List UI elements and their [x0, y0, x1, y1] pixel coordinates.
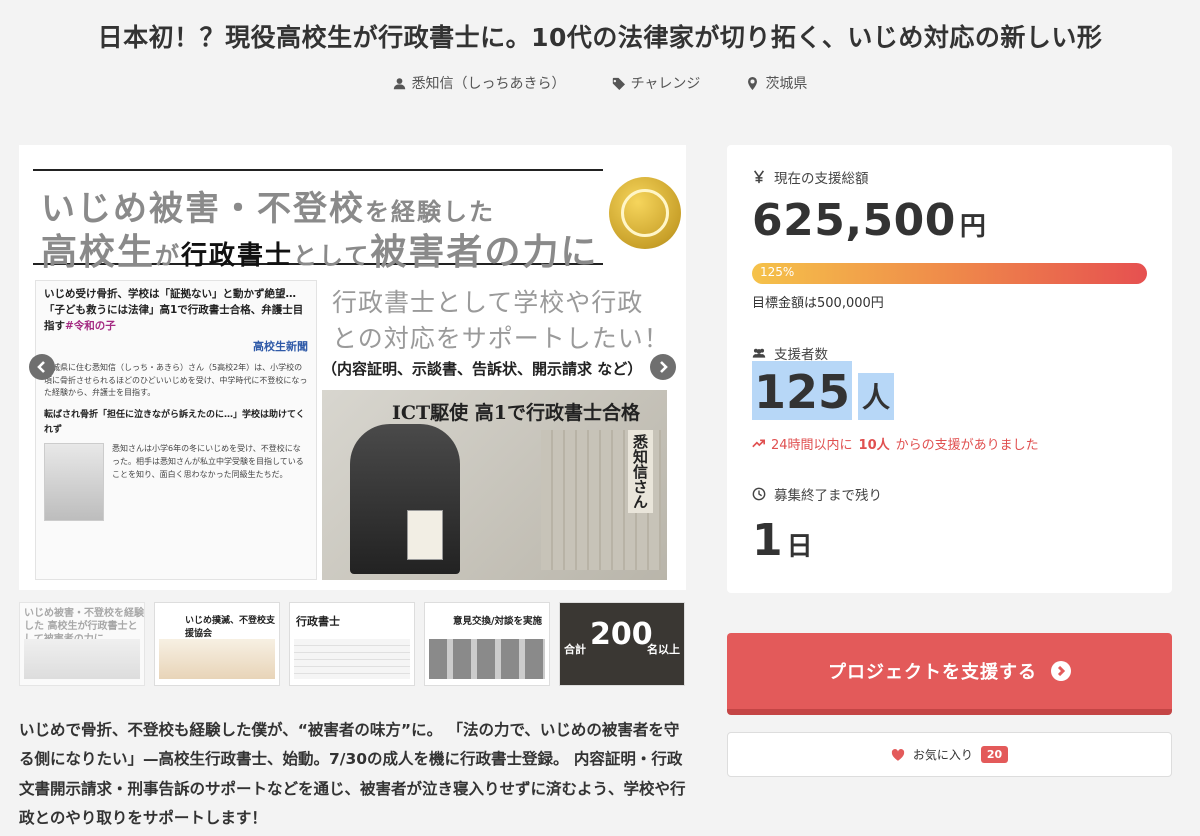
main-image-carousel[interactable]: いじめ被害・不登校を経験した 高校生が行政書士として被害者の力に いじめ受け骨折… [19, 145, 686, 590]
favorite-count: 20 [980, 746, 1009, 763]
backers-label: 支援者数 [774, 347, 828, 363]
location-pin-icon [748, 76, 758, 90]
news-photo [44, 443, 104, 522]
gyoseishoshi-badge-icon [609, 177, 681, 249]
favorite-button[interactable]: お気に入り 20 [727, 732, 1172, 777]
users-icon [752, 348, 766, 358]
category-label: チャレンジ [630, 76, 701, 92]
recent-support-notice: 24時間以内に 10人 からの支援がありました [752, 434, 1039, 453]
student-photo [350, 424, 460, 574]
thumbnail-4[interactable]: 意見交換/対談を実施 [424, 602, 550, 686]
hero-caption: 行政書士として学校や行政 との対応をサポートしたい！ [332, 288, 670, 354]
hero-headline-2: 高校生が行政書士として被害者の力に [41, 232, 599, 273]
thumbnail-strip: いじめ被害・不登校を経験した 高校生が行政書士として被害者の力に いじめ撲滅、不… [19, 602, 685, 686]
trending-up-icon [752, 439, 765, 448]
funding-stats-panel: 現在の支援総額 625,500 円 125% 目標金額は500,000円 支援者数… [727, 145, 1172, 593]
hero-caption-sub: （内容証明、示談書、告訴状、開示請求 など） [322, 360, 643, 378]
page-title: 日本初！？現役高校生が行政書士に。10代の法律家が切り拓く、いじめ対応の新しい形 [97, 23, 1103, 52]
thumbnail-3[interactable]: 行政書士 [289, 602, 415, 686]
goal-amount: 目標金額は500,000円 [752, 296, 884, 311]
location-label: 茨城県 [765, 76, 808, 92]
tag-icon [612, 77, 625, 90]
backers-value: 125 人 [752, 361, 895, 421]
project-description: いじめで骨折、不登校も経験した僕が、“被害者の味方”に。 「法の力で、いじめの被… [19, 721, 686, 828]
thumbnail-1[interactable]: いじめ被害・不登校を経験した 高校生が行政書士として被害者の力に [19, 602, 145, 686]
owner-link[interactable]: 悉知信（しっちあきら） [393, 73, 566, 93]
chevron-left-icon [37, 361, 45, 373]
amount-value: 625,500 円 [752, 195, 987, 246]
news-brand: 高校生新聞 [253, 340, 308, 354]
remaining-value: 1日 [752, 515, 813, 566]
clock-icon [752, 487, 766, 501]
project-meta: 悉知信（しっちあきら） チャレンジ 茨城県 [0, 73, 1200, 93]
certificate [407, 510, 443, 560]
funding-progress-bar: 125% [752, 263, 1147, 284]
remaining-label: 募集終了まで残り [774, 488, 882, 504]
chevron-right-circle-icon [1051, 661, 1071, 681]
user-icon [393, 77, 405, 89]
location-link[interactable]: 茨城県 [746, 73, 807, 93]
progress-percent: 125% [760, 265, 795, 279]
thumbnail-2[interactable]: いじめ撲滅、不登校支援協会 [154, 602, 280, 686]
heart-icon [891, 748, 905, 761]
support-project-button[interactable]: プロジェクトを支援する [727, 633, 1172, 715]
amount-label: 現在の支援総額 [774, 171, 869, 187]
carousel-next-button[interactable] [650, 354, 676, 380]
yen-icon [753, 170, 765, 184]
category-link[interactable]: チャレンジ [612, 73, 701, 93]
thumbnail-5[interactable]: 200 合計 名以上 [559, 602, 685, 686]
news-article-image: いじめ受け骨折、学校は「証拠ない」と動かず絶望…「子ども救うには法律」高1で行政… [35, 280, 317, 580]
chevron-right-icon [660, 361, 668, 373]
carousel-prev-button[interactable] [29, 354, 55, 380]
owner-name: 悉知信（しっちあきら） [411, 76, 566, 92]
newspaper-clipping: ICT駆使 高1で行政書士合格 悉知信さん [322, 390, 667, 580]
